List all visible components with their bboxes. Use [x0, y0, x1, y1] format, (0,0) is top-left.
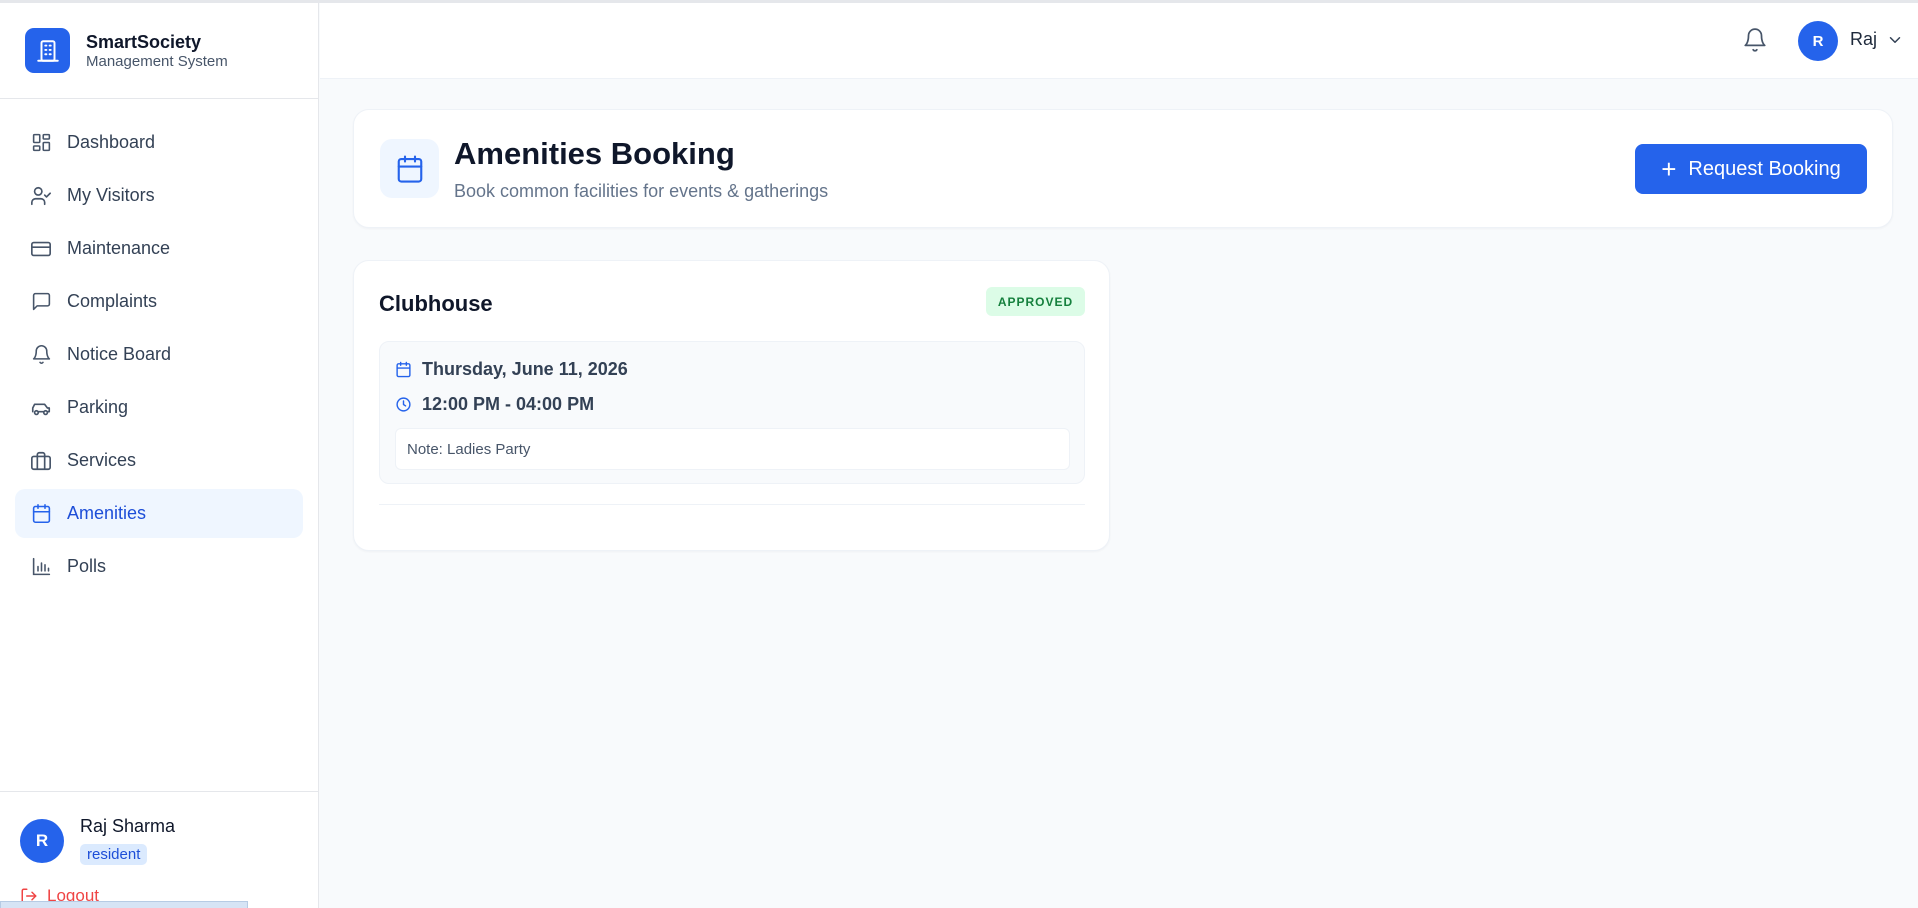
- booking-card[interactable]: Clubhouse APPROVED Thursday, June 11, 20…: [353, 260, 1110, 551]
- sidebar-item-notice-board[interactable]: Notice Board: [15, 330, 303, 379]
- bell-icon: [29, 343, 53, 367]
- booking-date: Thursday, June 11, 2026: [422, 359, 628, 379]
- top-header: [320, 3, 1918, 79]
- brand-subtitle: Management System: [86, 52, 228, 70]
- sidebar: SmartSociety Management System Dashboard…: [0, 3, 319, 908]
- chevron-down-icon[interactable]: [1886, 31, 1904, 49]
- user-panel: R Raj Sharma resident Logout: [0, 791, 318, 908]
- status-badge: APPROVED: [986, 287, 1085, 316]
- page-header-card: Amenities Booking Book common facilities…: [353, 109, 1893, 228]
- amenity-name: Clubhouse: [379, 291, 493, 316]
- booking-details: Thursday, June 11, 2026 12:00 PM - 04:00…: [379, 341, 1085, 484]
- card-divider: [379, 504, 1085, 505]
- sidebar-item-label: Parking: [67, 397, 129, 417]
- plus-icon: +: [1661, 154, 1677, 184]
- header-user-name[interactable]: Raj: [1850, 29, 1877, 50]
- sidebar-item-services[interactable]: Services: [15, 436, 303, 485]
- sidebar-item-parking[interactable]: Parking: [15, 383, 303, 432]
- sidebar-item-label: Notice Board: [67, 344, 172, 364]
- page-subtitle: Book common facilities for events & gath…: [454, 181, 829, 201]
- role-badge: resident: [80, 844, 148, 865]
- calendar-icon: [380, 139, 439, 198]
- message-square-icon: [29, 290, 53, 314]
- dashboard-icon: [29, 131, 53, 155]
- sidebar-item-label: Amenities: [67, 503, 147, 523]
- calendar-icon: [395, 361, 412, 378]
- sidebar-item-maintenance[interactable]: Maintenance: [15, 224, 303, 273]
- bar-chart-icon: [29, 555, 53, 579]
- brand-title: SmartSociety: [86, 31, 202, 52]
- calendar-icon: [29, 502, 53, 526]
- request-booking-label: Request Booking: [1688, 157, 1841, 180]
- sidebar-item-label: Maintenance: [67, 238, 171, 258]
- credit-card-icon: [29, 237, 53, 261]
- sidebar-item-dashboard[interactable]: Dashboard: [15, 118, 303, 167]
- sidebar-item-label: Dashboard: [67, 132, 156, 152]
- car-icon: [29, 396, 53, 420]
- page-title: Amenities Booking: [454, 136, 735, 171]
- sidebar-item-label: Polls: [67, 556, 107, 576]
- user-check-icon: [29, 184, 53, 208]
- booking-note: Note: Ladies Party: [395, 428, 1070, 470]
- booking-date-row: Thursday, June 11, 2026: [395, 359, 628, 380]
- browser-status-strip: [0, 901, 248, 908]
- booking-time-row: 12:00 PM - 04:00 PM: [395, 394, 594, 415]
- briefcase-icon: [29, 449, 53, 473]
- booking-time: 12:00 PM - 04:00 PM: [422, 394, 595, 414]
- sidebar-item-my-visitors[interactable]: My Visitors: [15, 171, 303, 220]
- brand[interactable]: SmartSociety Management System: [0, 3, 318, 99]
- building-icon: [25, 28, 70, 73]
- sidebar-nav: Dashboard My Visitors Maintenance Compla…: [0, 99, 318, 591]
- sidebar-item-label: My Visitors: [67, 185, 155, 205]
- sidebar-item-amenities[interactable]: Amenities: [15, 489, 303, 538]
- avatar[interactable]: R: [20, 819, 64, 863]
- request-booking-button[interactable]: + Request Booking: [1635, 144, 1867, 194]
- notification-bell-icon[interactable]: [1742, 27, 1768, 53]
- header-avatar[interactable]: R: [1798, 21, 1838, 61]
- sidebar-item-polls[interactable]: Polls: [15, 542, 303, 591]
- sidebar-item-label: Complaints: [67, 291, 158, 311]
- sidebar-item-label: Services: [67, 450, 137, 470]
- clock-icon: [395, 396, 412, 413]
- sidebar-item-complaints[interactable]: Complaints: [15, 277, 303, 326]
- user-name: Raj Sharma: [80, 816, 176, 836]
